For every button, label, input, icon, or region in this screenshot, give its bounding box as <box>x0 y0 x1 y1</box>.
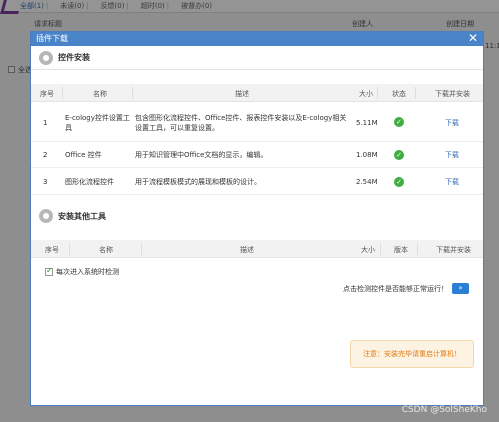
detect-control-row: 点击检测控件是否能够正常运行！ » <box>343 283 469 294</box>
detect-button[interactable]: » <box>452 283 469 294</box>
tools-table-header: 序号 名称 描述 大小 版本 下载并安装 <box>31 240 483 258</box>
col-seq: 序号 <box>40 90 54 98</box>
col-size: 大小 <box>359 90 373 98</box>
check-on-login-label: 每次进入系统时检测 <box>56 268 119 276</box>
dialog-title-bar: 插件下载 ✕ <box>31 32 483 46</box>
col-size: 大小 <box>361 246 375 254</box>
download-link[interactable]: 下载 <box>445 150 459 160</box>
col-desc: 描述 <box>240 246 254 254</box>
row-name: E-cology控件设置工具 <box>65 114 130 132</box>
dialog-title: 插件下载 <box>36 34 68 43</box>
restart-notice: 注意：安装完毕请重启计算机！ <box>350 340 474 368</box>
row-seq: 2 <box>43 151 48 159</box>
row-size: 1.08M <box>356 151 378 159</box>
col-name: 名称 <box>93 90 107 98</box>
download-link[interactable]: 下载 <box>445 118 459 128</box>
col-version: 版本 <box>394 246 408 254</box>
row-desc: 用于知识管理中Office文档的显示，编辑。 <box>135 151 268 159</box>
row-name: 图形化流程控件 <box>65 178 114 186</box>
download-link[interactable]: 下载 <box>445 177 459 187</box>
col-divider <box>417 243 418 255</box>
col-divider <box>69 243 70 255</box>
watermark: CSDN @SolSheKho <box>401 405 487 415</box>
row-name: Office 控件 <box>65 151 102 159</box>
status-ok-icon: ✓ <box>394 177 404 187</box>
section-title: 控件安装 <box>58 53 90 62</box>
check-on-login-option[interactable]: 每次进入系统时检测 <box>45 266 119 277</box>
col-divider <box>377 87 378 99</box>
row-desc: 用于流程模板模式的展现和模板的设计。 <box>135 178 261 186</box>
row-seq: 1 <box>43 119 48 127</box>
gear-icon <box>39 50 53 65</box>
col-desc: 描述 <box>235 90 249 98</box>
close-icon[interactable]: ✕ <box>468 32 478 45</box>
section-control-install: 控件安装 <box>31 46 483 70</box>
col-seq: 序号 <box>45 246 59 254</box>
section-title: 安装其他工具 <box>58 211 106 221</box>
col-action: 下载并安装 <box>436 246 471 254</box>
row-size: 5.11M <box>356 119 378 127</box>
status-ok-icon: ✓ <box>394 150 404 160</box>
col-divider <box>141 243 142 255</box>
col-divider <box>132 87 133 99</box>
table-row: 1 E-cology控件设置工具 包含图形化流程控件、Office控件、报表控件… <box>31 103 483 142</box>
status-ok-icon: ✓ <box>394 117 404 127</box>
table-row: 3 图形化流程控件 用于流程模板模式的展现和模板的设计。 2.54M ✓ 下载 <box>31 168 483 195</box>
table-row: 2 Office 控件 用于知识管理中Office文档的显示，编辑。 1.08M… <box>31 142 483 168</box>
col-divider <box>415 87 416 99</box>
col-divider <box>62 87 63 99</box>
gear-icon <box>39 209 53 223</box>
detect-control-text: 点击检测控件是否能够正常运行！ <box>343 284 448 293</box>
row-size: 2.54M <box>356 178 378 186</box>
col-divider <box>380 243 381 255</box>
col-name: 名称 <box>99 246 113 254</box>
row-desc: 包含图形化流程控件、Office控件、报表控件安装以及E-cology相关设置工… <box>135 114 347 132</box>
col-status: 状态 <box>392 90 406 98</box>
plugin-download-dialog: 插件下载 ✕ 控件安装 序号 名称 描述 大小 状态 下载并安装 1 E-col… <box>30 31 484 406</box>
control-table-header: 序号 名称 描述 大小 状态 下载并安装 <box>31 84 483 102</box>
check-on-login-checkbox[interactable] <box>45 266 53 276</box>
col-action: 下载并安装 <box>435 90 470 98</box>
section-other-tools: 安装其他工具 <box>31 204 483 228</box>
row-seq: 3 <box>43 178 48 186</box>
